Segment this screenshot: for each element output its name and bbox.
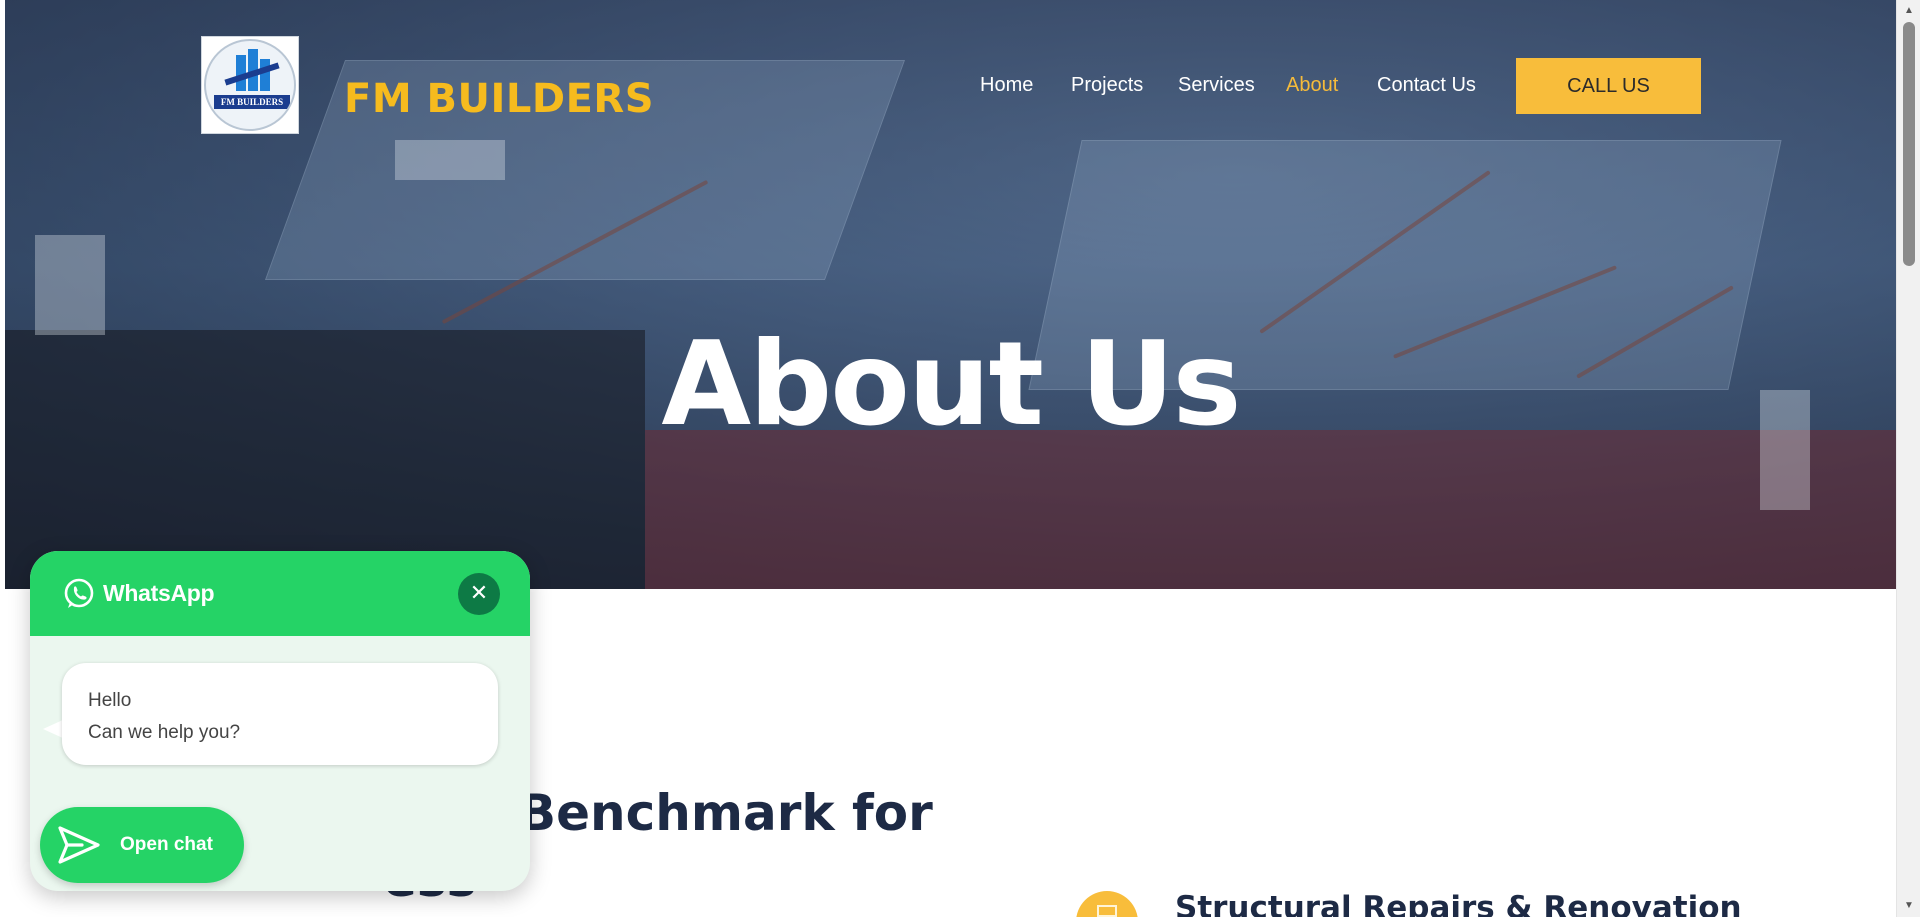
nav-projects[interactable]: Projects: [1071, 74, 1143, 97]
whatsapp-widget: WhatsApp ✕ Hello Can we help you? Open c…: [30, 551, 530, 891]
chat-message-line1: Hello: [88, 690, 132, 711]
scrollbar-thumb[interactable]: [1903, 22, 1915, 266]
logo-emblem: FM BUILDERS: [204, 39, 296, 131]
send-icon: [58, 826, 100, 864]
hero-title: About Us: [661, 317, 1241, 452]
open-chat-label: Open chat: [120, 834, 213, 855]
close-icon[interactable]: ✕: [458, 573, 500, 615]
hero-deco-light: [395, 140, 505, 180]
page: About Us FM BUILDERS FM BUILDERS Home Pr…: [0, 0, 1920, 917]
scroll-up-icon[interactable]: ▲: [1897, 2, 1920, 20]
scroll-down-icon[interactable]: ▼: [1897, 897, 1920, 915]
feature-title: Structural Repairs & Renovation: [1175, 890, 1742, 917]
nav-about[interactable]: About: [1286, 74, 1338, 97]
whatsapp-header: WhatsApp ✕: [30, 551, 530, 636]
whatsapp-title: WhatsApp: [103, 580, 215, 606]
building-icon: [1076, 891, 1138, 917]
chat-message-line2: Can we help you?: [88, 722, 241, 743]
building-icon-glyph: [1097, 905, 1117, 917]
logo-building-shape: [260, 59, 270, 91]
nav-contact[interactable]: Contact Us: [1377, 74, 1476, 97]
chat-bubble: Hello Can we help you?: [62, 663, 498, 765]
call-us-button[interactable]: CALL US: [1516, 58, 1701, 114]
nav-home[interactable]: Home: [980, 74, 1033, 97]
open-chat-button[interactable]: Open chat: [40, 807, 244, 883]
scrollbar[interactable]: ▲ ▼: [1896, 0, 1920, 917]
logo[interactable]: FM BUILDERS: [201, 36, 299, 134]
hero-deco-formwork: [645, 430, 1896, 589]
nav-services[interactable]: Services: [1178, 74, 1255, 97]
brand-name[interactable]: FM BUILDERS: [344, 76, 654, 122]
whatsapp-icon: [64, 578, 94, 608]
logo-text: FM BUILDERS: [214, 95, 290, 109]
